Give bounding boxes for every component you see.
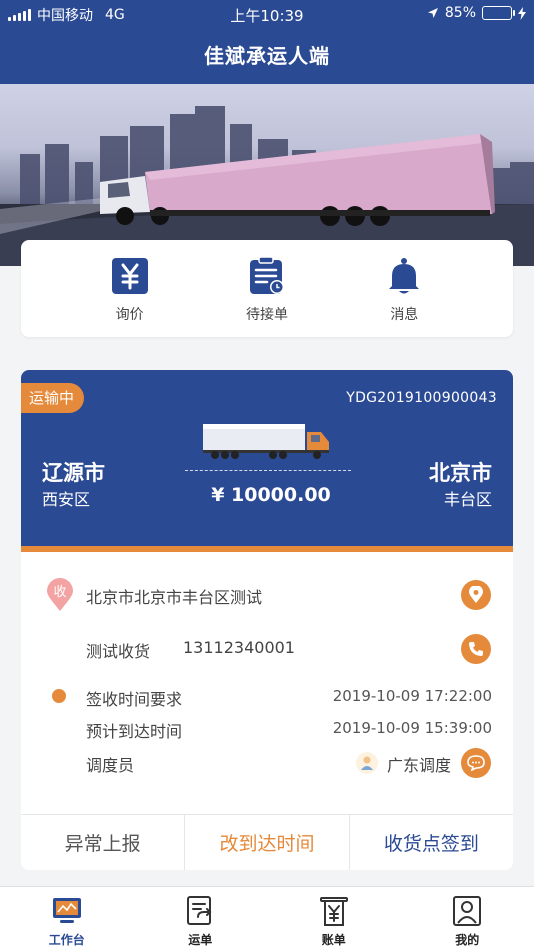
order-actions: 异常上报 改到达时间 收货点签到 [21, 814, 513, 870]
sign-time-value: 2019-10-09 17:22:00 [332, 687, 492, 705]
dispatcher-avatar [356, 752, 378, 774]
location-pin-icon [469, 586, 483, 603]
app-header: 中国移动 4G 上午10:39 85% 佳斌承运人端 [0, 0, 534, 84]
sign-time-row: 签收时间要求 2019-10-09 17:22:00 [21, 684, 513, 709]
address-row: 收 北京市北京市丰台区测试 [21, 578, 513, 614]
delivery-address: 北京市北京市丰台区测试 [86, 588, 263, 607]
order-card[interactable]: 运输中 YDG2019100900043 辽源市 西安区 北京市 丰台区 ¥ 1… [21, 370, 513, 870]
destination-city: 北京市 [429, 461, 492, 485]
chat-dispatcher-button[interactable] [461, 748, 491, 778]
report-exception-button[interactable]: 异常上报 [21, 815, 186, 870]
waybill-icon [187, 896, 212, 925]
battery-icon [482, 6, 515, 20]
truck-icon [203, 424, 329, 459]
location-arrow-icon [427, 8, 438, 18]
bill-icon [319, 897, 348, 926]
banner-image [0, 84, 534, 266]
monitor-icon [52, 898, 81, 923]
delivery-checkin-button[interactable]: 收货点签到 [350, 815, 513, 870]
charging-icon [518, 6, 526, 20]
eta-label: 预计到达时间 [86, 722, 183, 741]
tab-label: 账单 [321, 933, 346, 947]
eta-value: 2019-10-09 15:39:00 [332, 719, 492, 737]
tab-label: 我的 [455, 933, 480, 947]
route-line [185, 470, 351, 471]
battery-percent: 85% [444, 5, 476, 21]
sign-time-label: 签收时间要求 [86, 690, 183, 709]
clock-icon [52, 689, 66, 703]
bell-icon [389, 257, 420, 293]
contact-name: 测试收货 [86, 642, 151, 661]
quick-action-inquiry[interactable]: 询价 [85, 254, 175, 324]
status-badge: 运输中 [21, 383, 85, 413]
tab-profile[interactable]: 我的 [401, 887, 534, 950]
bottom-tab-bar: 工作台 运单 账单 我的 [0, 886, 534, 950]
clipboard-clock-icon [249, 255, 284, 294]
dispatcher-label: 调度员 [86, 756, 135, 775]
status-bar: 中国移动 4G 上午10:39 85% [0, 0, 534, 28]
accent-stripe [21, 546, 513, 552]
contact-phone: 13112340001 [183, 638, 295, 657]
quick-action-label: 询价 [115, 306, 144, 323]
contact-row: 测试收货 13112340001 [21, 632, 513, 666]
eta-row: 预计到达时间 2019-10-09 15:39:00 [21, 718, 513, 742]
change-arrival-time-button[interactable]: 改到达时间 [185, 815, 350, 870]
order-number: YDG2019100900043 [346, 390, 497, 406]
quick-actions-card: 询价 待接单 消息 [21, 240, 513, 337]
phone-icon [469, 642, 483, 656]
receive-pin-icon: 收 [47, 578, 73, 611]
tab-workbench[interactable]: 工作台 [0, 887, 134, 950]
tab-label: 运单 [188, 933, 213, 947]
dispatcher-row: 调度员 广东调度 [21, 748, 513, 784]
pin-tag: 收 [53, 585, 66, 600]
yen-icon [111, 257, 148, 294]
destination-district: 丰台区 [443, 490, 492, 509]
map-location-button[interactable] [461, 580, 491, 610]
tab-waybill[interactable]: 运单 [134, 887, 268, 950]
call-button[interactable] [461, 634, 491, 664]
tab-label: 工作台 [48, 933, 85, 947]
quick-action-messages[interactable]: 消息 [359, 254, 449, 324]
avatar-icon [361, 756, 373, 770]
tab-bill[interactable]: 账单 [267, 887, 401, 950]
profile-icon [453, 896, 482, 926]
origin-city: 辽源市 [42, 461, 105, 485]
quick-action-pending[interactable]: 待接单 [222, 254, 312, 324]
order-summary: 运输中 YDG2019100900043 辽源市 西安区 北京市 丰台区 ¥ 1… [21, 370, 513, 552]
quick-action-label: 待接单 [245, 306, 288, 323]
chat-bubble-icon [467, 755, 485, 771]
page-title: 佳斌承运人端 [204, 44, 330, 68]
order-price: ¥ 10000.00 [211, 484, 331, 506]
dispatcher-name: 广东调度 [386, 756, 451, 775]
origin-district: 西安区 [42, 490, 91, 509]
quick-action-label: 消息 [390, 306, 419, 323]
